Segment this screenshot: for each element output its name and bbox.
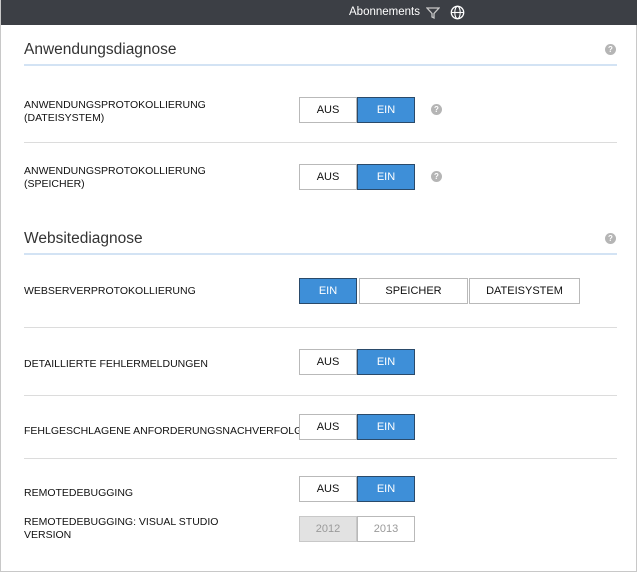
remote-debugging-on-button[interactable]: EIN — [357, 476, 415, 502]
webserver-logging-storage-button[interactable]: SPEICHER — [359, 278, 468, 304]
row-divider — [24, 395, 617, 396]
section-title-app-diagnostics: Anwendungsdiagnose — [24, 41, 177, 58]
help-icon[interactable]: ? — [431, 171, 442, 182]
detailed-errors-label: DETAILLIERTE FEHLERMELDUNGEN — [24, 358, 208, 370]
filter-icon[interactable] — [425, 6, 441, 20]
detailed-errors-on-button[interactable]: EIN — [357, 349, 415, 375]
row-divider — [24, 327, 617, 328]
webserver-logging-filesystem-button[interactable]: DATEISYSTEM — [469, 278, 580, 304]
app-logging-filesystem-label: ANWENDUNGSPROTOKOLLIERUNG (DATEISYSTEM) — [24, 99, 206, 125]
label-line: (DATEISYSTEM) — [24, 112, 105, 124]
vs-version-label: REMOTEDEBUGGING: VISUAL STUDIO VERSION — [24, 516, 218, 542]
help-icon[interactable]: ? — [431, 104, 442, 115]
app-logging-storage-label: ANWENDUNGSPROTOKOLLIERUNG (SPEICHER) — [24, 165, 206, 191]
app-logging-storage-on-button[interactable]: EIN — [357, 164, 415, 190]
label-line: ANWENDUNGSPROTOKOLLIERUNG — [24, 165, 206, 177]
section-title-site-diagnostics: Websitediagnose — [24, 230, 143, 247]
help-icon[interactable]: ? — [605, 233, 616, 244]
webserver-logging-on-button[interactable]: EIN — [299, 278, 357, 304]
failed-request-tracing-off-button[interactable]: AUS — [299, 414, 357, 440]
settings-panel: Abonnements Anwendungsdiagnose ? ANWENDU… — [0, 0, 637, 572]
vs-version-2012-button[interactable]: 2012 — [299, 516, 357, 542]
webserver-logging-label: WEBSERVERPROTOKOLLIERUNG — [24, 285, 196, 297]
row-divider — [24, 458, 617, 459]
label-line: REMOTEDEBUGGING: VISUAL STUDIO — [24, 516, 219, 528]
section-rule — [24, 64, 617, 66]
help-icon[interactable]: ? — [605, 44, 616, 55]
label-line: (SPEICHER) — [24, 178, 85, 190]
label-line: ANWENDUNGSPROTOKOLLIERUNG — [24, 99, 206, 111]
remote-debugging-label: REMOTEDEBUGGING — [24, 487, 134, 499]
app-logging-storage-off-button[interactable]: AUS — [299, 164, 357, 190]
remote-debugging-off-button[interactable]: AUS — [299, 476, 357, 502]
label-line: VERSION — [24, 529, 72, 541]
top-bar: Abonnements — [1, 0, 637, 25]
app-logging-filesystem-off-button[interactable]: AUS — [299, 97, 357, 123]
row-divider — [24, 142, 617, 143]
subscriptions-link[interactable]: Abonnements — [349, 6, 420, 18]
failed-request-tracing-label: FEHLGESCHLAGENE ANFORDERUNGSNACHVERFOLGU… — [24, 425, 326, 437]
app-logging-filesystem-on-button[interactable]: EIN — [357, 97, 415, 123]
detailed-errors-off-button[interactable]: AUS — [299, 349, 357, 375]
failed-request-tracing-on-button[interactable]: EIN — [357, 414, 415, 440]
section-rule — [24, 253, 617, 255]
vs-version-2013-button[interactable]: 2013 — [357, 516, 415, 542]
globe-icon[interactable] — [450, 5, 465, 20]
